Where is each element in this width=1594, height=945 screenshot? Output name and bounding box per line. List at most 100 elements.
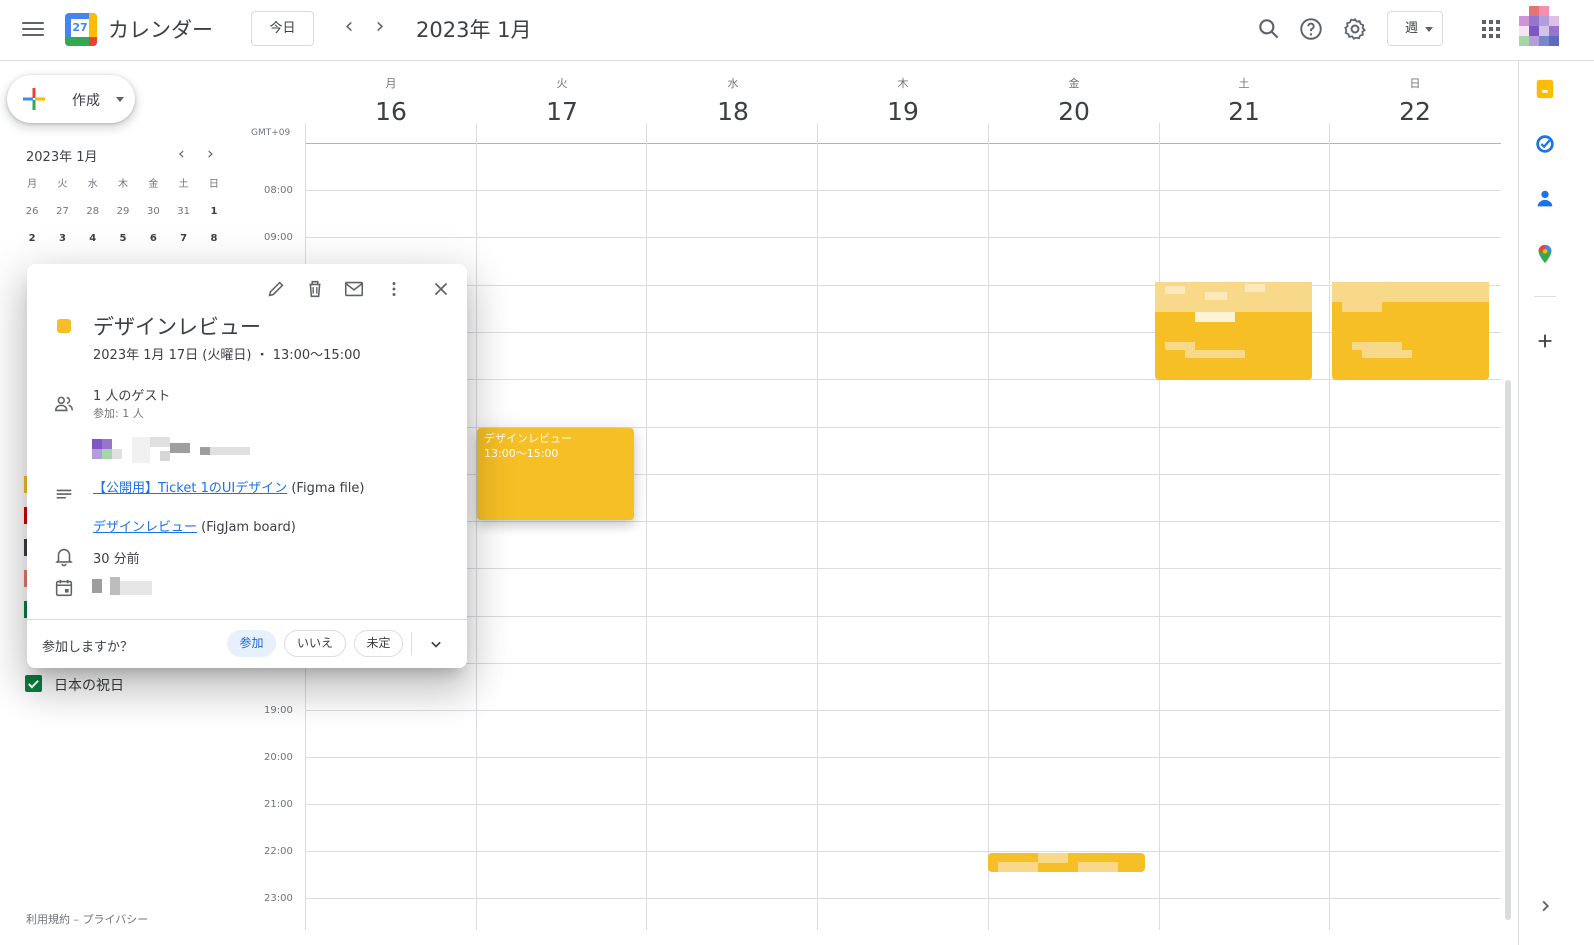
mini-day[interactable]: 5 xyxy=(108,230,138,257)
create-button[interactable]: 作成 xyxy=(7,75,135,123)
prev-week-button[interactable]: ‹ xyxy=(339,16,359,38)
mini-prev-button[interactable]: ‹ xyxy=(178,144,185,164)
mini-day[interactable]: 27 xyxy=(47,203,77,230)
day-header[interactable]: 火 17 xyxy=(477,75,647,126)
mini-dow: 月 xyxy=(27,179,38,190)
calendar-logo-icon[interactable]: 27 xyxy=(65,13,97,46)
trash-icon[interactable] xyxy=(304,278,326,300)
mini-day[interactable]: 4 xyxy=(78,230,108,257)
day-of-week: 水 xyxy=(727,77,739,90)
mini-day[interactable]: 31 xyxy=(168,203,198,230)
menu-icon[interactable] xyxy=(22,18,44,40)
event-time: 13:00〜15:00 xyxy=(484,447,559,460)
current-date-title: 2023年 1月 xyxy=(416,18,532,42)
today-button[interactable]: 今日 xyxy=(251,11,314,46)
gear-icon[interactable] xyxy=(1342,16,1368,42)
rsvp-yes-button[interactable]: 参加 xyxy=(227,630,276,657)
next-week-button[interactable]: › xyxy=(370,16,390,38)
day-header[interactable]: 月 16 xyxy=(306,75,476,126)
mini-dow: 水 xyxy=(87,179,98,190)
calendar-icon xyxy=(55,579,73,597)
grid-line xyxy=(305,757,1501,758)
app-title[interactable]: カレンダー xyxy=(108,14,213,44)
apps-grid-icon[interactable] xyxy=(1482,20,1500,38)
time-label: 20:00 xyxy=(264,752,293,763)
popup-event-title: デザインレビュー xyxy=(93,315,261,339)
rsvp-divider xyxy=(411,632,412,655)
event-redacted[interactable] xyxy=(1332,282,1489,380)
figjam-board-link[interactable]: デザインレビュー xyxy=(93,520,197,535)
day-of-week: 月 xyxy=(385,77,397,90)
mini-day[interactable]: 8 xyxy=(199,230,229,257)
mini-dow: 土 xyxy=(178,179,189,190)
popup-guest-count[interactable]: 1 人のゲスト xyxy=(93,385,170,404)
popup-description-line: 【公開用】Ticket 1のUIデザイン (Figma file) xyxy=(93,477,364,496)
day-of-week: 木 xyxy=(897,77,909,90)
top-app-bar: 27 カレンダー 今日 ‹ › 2023年 1月 週 xyxy=(0,0,1594,61)
mini-day[interactable]: 2 xyxy=(17,230,47,257)
view-select[interactable]: 週 xyxy=(1387,11,1443,46)
event-redacted[interactable] xyxy=(988,853,1145,872)
search-icon[interactable] xyxy=(1256,16,1282,42)
grid-line xyxy=(305,332,1501,333)
day-number[interactable]: 22 xyxy=(1330,97,1500,126)
maps-icon[interactable] xyxy=(1534,243,1556,265)
redacted-pixels xyxy=(1155,282,1312,358)
help-icon[interactable] xyxy=(1298,16,1324,42)
rsvp-no-button[interactable]: いいえ xyxy=(284,630,346,657)
avatar[interactable] xyxy=(1519,6,1559,46)
day-header[interactable]: 水 18 xyxy=(648,75,818,126)
day-header[interactable]: 日 22 xyxy=(1330,75,1500,126)
day-header[interactable]: 金 20 xyxy=(989,75,1159,126)
mail-icon[interactable] xyxy=(343,278,365,300)
event-title: デザインレビュー xyxy=(484,432,572,445)
week-grid[interactable] xyxy=(305,123,1501,930)
more-vert-icon[interactable] xyxy=(383,278,405,300)
day-header[interactable]: 木 19 xyxy=(818,75,988,126)
logo-day-number: 27 xyxy=(71,19,89,37)
day-number[interactable]: 16 xyxy=(306,97,476,126)
day-of-week: 金 xyxy=(1068,77,1080,90)
grid-line xyxy=(988,123,989,930)
mini-day[interactable]: 26 xyxy=(17,203,47,230)
close-icon[interactable] xyxy=(430,278,452,300)
day-number[interactable]: 17 xyxy=(477,97,647,126)
grid-line xyxy=(1159,123,1160,930)
add-addon-icon[interactable] xyxy=(1534,330,1556,352)
mini-day[interactable]: 30 xyxy=(138,203,168,230)
contacts-icon[interactable] xyxy=(1534,188,1556,210)
keep-icon[interactable] xyxy=(1534,78,1556,100)
mini-day[interactable]: 28 xyxy=(78,203,108,230)
day-number[interactable]: 18 xyxy=(648,97,818,126)
figma-file-link[interactable]: 【公開用】Ticket 1のUIデザイン xyxy=(93,481,287,496)
checkbox-checked-icon[interactable] xyxy=(25,675,42,692)
rsvp-maybe-button[interactable]: 未定 xyxy=(354,630,403,657)
event-redacted[interactable] xyxy=(1155,282,1312,380)
chevron-down-icon[interactable] xyxy=(426,634,446,654)
mini-day[interactable]: 1 xyxy=(199,203,229,230)
mini-day[interactable]: 29 xyxy=(108,203,138,230)
footer-links[interactable]: 利用規約 – プライバシー xyxy=(26,911,148,927)
grid-line xyxy=(817,123,818,930)
day-number[interactable]: 20 xyxy=(989,97,1159,126)
mini-day[interactable]: 6 xyxy=(138,230,168,257)
grid-line xyxy=(305,143,1501,144)
grid-line xyxy=(305,710,1501,711)
day-number[interactable]: 19 xyxy=(818,97,988,126)
time-label: 21:00 xyxy=(264,799,293,810)
grid-line xyxy=(305,851,1501,852)
chevron-right-icon[interactable] xyxy=(1534,895,1556,917)
pencil-icon[interactable] xyxy=(265,278,287,300)
grid-scrollbar[interactable] xyxy=(1505,380,1511,920)
mini-day[interactable]: 3 xyxy=(47,230,77,257)
day-number[interactable]: 21 xyxy=(1159,97,1329,126)
tasks-icon[interactable] xyxy=(1534,133,1556,155)
guest-avatar-redacted[interactable] xyxy=(92,437,252,463)
calendar-owner-redacted xyxy=(92,577,152,595)
time-label: 22:00 xyxy=(264,846,293,857)
grid-line xyxy=(305,663,1501,664)
day-header[interactable]: 土 21 xyxy=(1159,75,1329,126)
event-design-review[interactable]: デザインレビュー 13:00〜15:00 xyxy=(477,428,634,520)
mini-next-button[interactable]: › xyxy=(207,144,214,164)
mini-day[interactable]: 7 xyxy=(168,230,198,257)
